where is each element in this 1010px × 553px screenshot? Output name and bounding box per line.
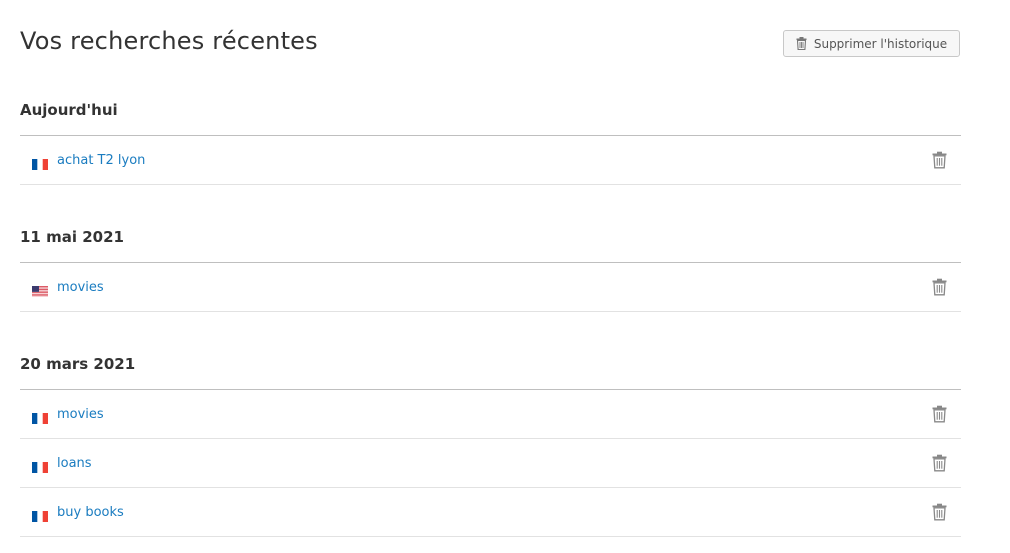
search-query-link[interactable]: buy books xyxy=(57,505,124,520)
search-item: movies xyxy=(20,263,961,312)
search-query-link[interactable]: loans xyxy=(57,456,92,471)
fr-flag-icon xyxy=(32,409,48,424)
clear-history-label: Supprimer l'historique xyxy=(813,36,948,51)
history-group: Aujourd'hui achat T2 lyon xyxy=(20,96,961,185)
delete-search-trash-icon[interactable] xyxy=(932,454,947,472)
fr-flag-icon xyxy=(32,155,48,170)
delete-search-trash-icon[interactable] xyxy=(932,405,947,423)
search-list: movies loans buy books xyxy=(20,389,961,537)
search-query-link[interactable]: movies xyxy=(57,280,104,295)
search-item: achat T2 lyon xyxy=(20,136,961,185)
search-item: loans xyxy=(20,439,961,488)
group-date-heading: Aujourd'hui xyxy=(20,101,118,119)
recent-searches-page: Vos recherches récentes Supprimer l'hist… xyxy=(0,0,1010,553)
page-title: Vos recherches récentes xyxy=(20,27,318,55)
history-group: 20 mars 2021 movies loans buy books xyxy=(20,350,961,537)
search-query-link[interactable]: movies xyxy=(57,407,104,422)
delete-search-trash-icon[interactable] xyxy=(932,503,947,521)
search-query-link[interactable]: achat T2 lyon xyxy=(57,153,145,168)
history-groups: Aujourd'hui achat T2 lyon 11 mai 2021 movie… xyxy=(20,96,961,537)
search-item: movies xyxy=(20,390,961,439)
clear-history-button[interactable]: Supprimer l'historique xyxy=(783,30,960,57)
delete-search-trash-icon[interactable] xyxy=(932,278,947,296)
fr-flag-icon xyxy=(32,507,48,522)
group-date-heading: 11 mai 2021 xyxy=(20,228,124,246)
history-group: 11 mai 2021 movies xyxy=(20,223,961,312)
group-date-heading: 20 mars 2021 xyxy=(20,355,136,373)
search-list: movies xyxy=(20,262,961,312)
search-list: achat T2 lyon xyxy=(20,135,961,185)
delete-search-trash-icon[interactable] xyxy=(932,151,947,169)
us-flag-icon xyxy=(32,282,48,297)
fr-flag-icon xyxy=(32,458,48,473)
search-item: buy books xyxy=(20,488,961,537)
trash-icon xyxy=(796,37,807,50)
